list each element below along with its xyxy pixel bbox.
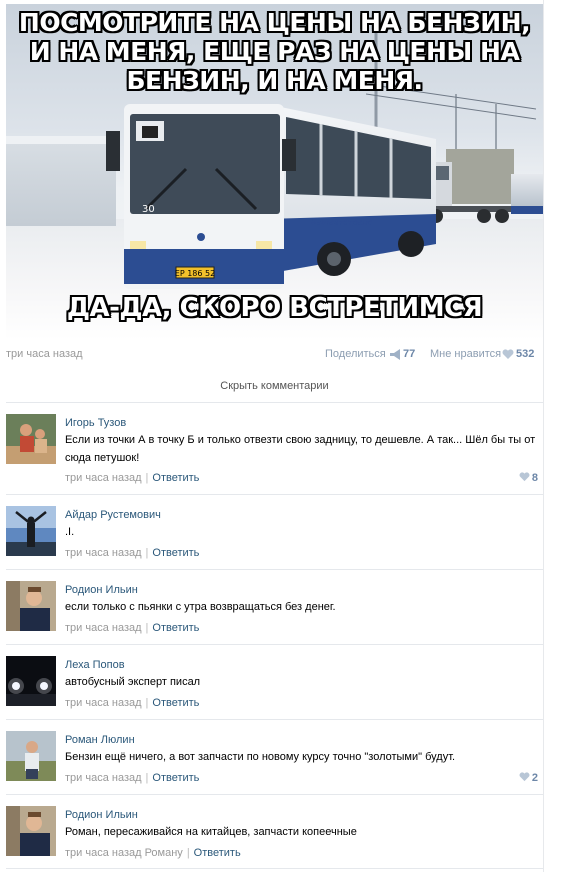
- bus-brand-label: Башавтотранс: [311, 218, 373, 227]
- meme-bottom-caption: ДА-ДА, СКОРО ВСТРЕТИМСЯ: [66, 293, 483, 323]
- comment-meta: три часа назад Роману | Ответить: [65, 847, 241, 859]
- comment-author[interactable]: Леха Попов: [65, 659, 125, 671]
- reply-button[interactable]: Ответить: [152, 547, 199, 559]
- like-count[interactable]: 532: [516, 348, 534, 360]
- separator: |: [145, 472, 149, 484]
- avatar[interactable]: [6, 806, 56, 856]
- comment-time[interactable]: три часа назад: [65, 472, 142, 484]
- route-number: 30: [142, 204, 155, 215]
- comment-author[interactable]: Роман Люлин: [65, 734, 135, 746]
- comment-time[interactable]: три часа назад: [65, 772, 142, 784]
- comment-time[interactable]: три часа назад Роману: [65, 847, 183, 859]
- truck: [424, 149, 514, 223]
- separator: |: [145, 772, 149, 784]
- megaphone-icon[interactable]: [389, 349, 401, 360]
- comment-author[interactable]: Айдар Рустемович: [65, 509, 161, 521]
- comment-author[interactable]: Игорь Тузов: [65, 417, 126, 429]
- avatar[interactable]: [6, 506, 56, 556]
- divider: [6, 868, 543, 869]
- comment-author[interactable]: Родион Ильин: [65, 809, 138, 821]
- comment-like-count: 8: [531, 472, 538, 484]
- reply-button[interactable]: Ответить: [152, 472, 199, 484]
- comments-list: Игорь Тузов Если из точки А в точку Б и …: [6, 402, 543, 869]
- distant-bus: [511, 174, 543, 214]
- hide-comments-link[interactable]: Скрыть комментарии: [6, 380, 543, 392]
- comment-text: если только с пьянки с утра возвращаться…: [65, 601, 336, 613]
- license-plate: ЕР 186 52: [175, 269, 215, 278]
- comment-like-button[interactable]: 2: [519, 772, 538, 784]
- comment-author[interactable]: Родион Ильин: [65, 584, 138, 596]
- comment-meta: три часа назад | Ответить: [65, 547, 199, 559]
- comment-like-count: 2: [531, 772, 538, 784]
- reply-button[interactable]: Ответить: [152, 772, 199, 784]
- comment-item: Роман Люлин Бензин ещё ничего, а вот зап…: [6, 719, 543, 794]
- comment-text: .I.: [65, 526, 75, 538]
- comment-time[interactable]: три часа назад: [65, 697, 142, 709]
- bus: ЕР 186 52 30 Башавтотранс: [106, 104, 436, 289]
- heart-icon[interactable]: [502, 349, 514, 360]
- comment-time[interactable]: три часа назад: [65, 547, 142, 559]
- post-time[interactable]: три часа назад: [6, 348, 83, 360]
- comment-time[interactable]: три часа назад: [65, 622, 142, 634]
- comment-item: Леха Попов автобусный эксперт писал три …: [6, 644, 543, 719]
- separator: |: [145, 697, 149, 709]
- reply-button[interactable]: Ответить: [152, 697, 199, 709]
- comment-item: Родион Ильин если только с пьянки с утра…: [6, 569, 543, 644]
- comment-meta: три часа назад | Ответить: [65, 772, 199, 784]
- separator: |: [145, 547, 149, 559]
- separator: |: [145, 622, 149, 634]
- comment-text: Если из точки А в точку Б и только отвез…: [65, 434, 536, 464]
- share-count[interactable]: 77: [403, 348, 415, 360]
- meme-top-caption: ПОСМОТРИТЕ НА ЦЕНЫ НА БЕНЗИН, И НА МЕНЯ,…: [18, 8, 531, 95]
- comment-item: Родион Ильин Роман, пересаживайся на кит…: [6, 794, 543, 869]
- avatar[interactable]: [6, 731, 56, 781]
- comment-item: Айдар Рустемович .I. три часа назад | Отве…: [6, 494, 543, 569]
- share-button[interactable]: Поделиться: [325, 348, 386, 360]
- reply-button[interactable]: Ответить: [194, 847, 241, 859]
- avatar[interactable]: [6, 414, 56, 464]
- heart-icon: [519, 472, 530, 482]
- comment-like-button[interactable]: 8: [519, 472, 538, 484]
- comment-text: Роман, пересаживайся на китайцев, запчас…: [65, 826, 357, 838]
- like-button[interactable]: Мне нравится: [430, 348, 501, 360]
- heart-icon: [519, 772, 530, 782]
- post-meta-bar: три часа назад Поделиться 77 Мне нравитс…: [6, 348, 543, 362]
- comment-item: Игорь Тузов Если из точки А в точку Б и …: [6, 402, 543, 494]
- avatar[interactable]: [6, 656, 56, 706]
- bus-shelter: [6, 136, 116, 226]
- comment-meta: три часа назад | Ответить: [65, 697, 199, 709]
- comment-text: автобусный эксперт писал: [65, 676, 201, 688]
- comment-meta: три часа назад | Ответить: [65, 622, 199, 634]
- comment-meta: три часа назад | Ответить: [65, 472, 199, 484]
- avatar[interactable]: [6, 581, 56, 631]
- post-image[interactable]: ЕР 186 52 30 Башавтотранс ПОСМОТРИТЕ НА …: [6, 4, 543, 340]
- divider: [543, 0, 544, 872]
- separator: |: [186, 847, 190, 859]
- reply-button[interactable]: Ответить: [152, 622, 199, 634]
- comment-text: Бензин ещё ничего, а вот запчасти по нов…: [65, 751, 456, 763]
